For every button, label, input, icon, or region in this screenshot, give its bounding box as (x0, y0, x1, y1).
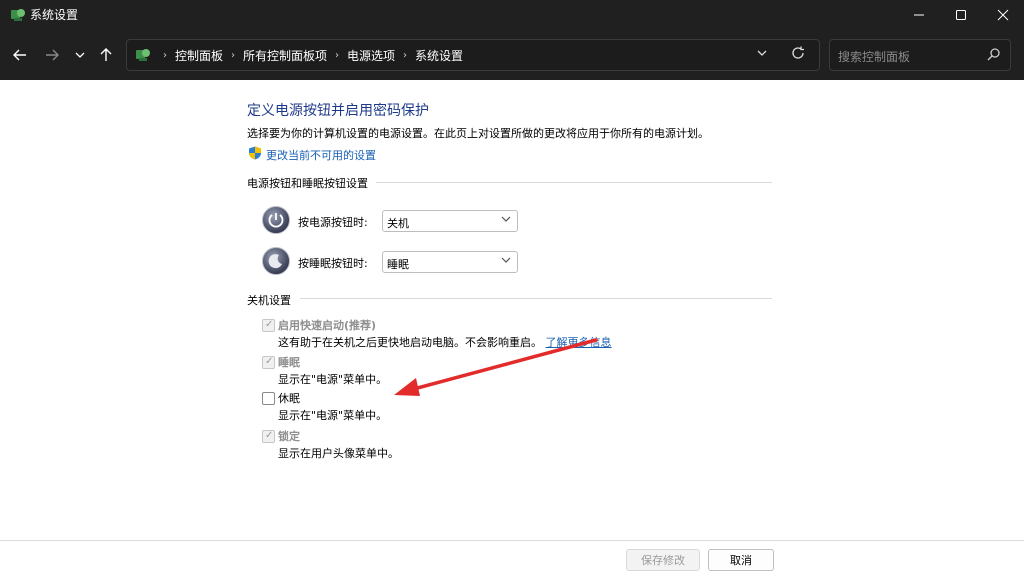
lock-desc: 显示在用户头像菜单中。 (278, 447, 399, 460)
chevron-right-icon: › (163, 49, 167, 61)
hibernate-checkbox[interactable] (262, 392, 275, 405)
close-button[interactable] (980, 0, 1024, 30)
fast-startup-checkbox[interactable]: ✓ (262, 319, 275, 332)
power-button-icon (262, 206, 290, 234)
hibernate-desc: 显示在"电源"菜单中。 (278, 409, 388, 422)
page-title: 定义电源按钮并启用密码保护 (247, 103, 429, 119)
refresh-button[interactable] (791, 46, 805, 64)
power-button-value: 关机 (387, 217, 409, 230)
power-button-label: 按电源按钮时: (298, 216, 368, 229)
close-icon (997, 9, 1009, 21)
minimize-icon (914, 14, 924, 16)
arrow-right-icon (46, 49, 59, 61)
forward-button[interactable] (40, 43, 64, 67)
arrow-up-icon (100, 48, 112, 61)
back-button[interactable] (8, 43, 32, 67)
window-title: 系统设置 (30, 8, 79, 22)
sleep-button-label: 按睡眠按钮时: (298, 257, 368, 270)
navigation-bar: › 控制面板 › 所有控制面板项 › 电源选项 › 系统设置 搜索控制面板 (0, 30, 1024, 80)
maximize-icon (956, 10, 966, 20)
uac-shield-icon (249, 146, 261, 160)
search-placeholder: 搜索控制面板 (838, 50, 911, 64)
sleep-label: 睡眠 (278, 356, 300, 369)
cancel-button[interactable]: 取消 (708, 549, 774, 571)
refresh-icon (792, 46, 804, 59)
recent-locations-button[interactable] (68, 43, 92, 67)
checkmark-icon: ✓ (265, 319, 274, 330)
footer-bar: 保存修改 取消 (0, 540, 1024, 581)
breadcrumb-item[interactable]: 系统设置 (415, 47, 463, 64)
change-settings-link[interactable]: 更改当前不可用的设置 (266, 147, 376, 163)
minimize-button[interactable] (896, 0, 942, 30)
page-description: 选择要为你的计算机设置的电源设置。在此页上对设置所做的更改将应用于你所有的电源计… (247, 127, 709, 140)
maximize-button[interactable] (938, 0, 984, 30)
chevron-right-icon[interactable]: › (231, 50, 235, 61)
sleep-button-select[interactable]: 睡眠 (382, 251, 518, 273)
title-bar: 系统设置 (0, 0, 1024, 30)
arrow-left-icon (13, 49, 26, 61)
power-button-select[interactable]: 关机 (382, 210, 518, 232)
control-panel-icon (11, 9, 25, 21)
chevron-down-icon (501, 214, 511, 227)
address-dropdown-button[interactable] (757, 48, 767, 61)
sleep-checkbox[interactable]: ✓ (262, 356, 275, 369)
breadcrumb-item[interactable]: 所有控制面板项 (243, 47, 327, 64)
fast-startup-label: 启用快速启动(推荐) (278, 319, 377, 332)
power-section-heading: 电源按钮和睡眠按钮设置 (247, 177, 368, 190)
search-input[interactable]: 搜索控制面板 (829, 39, 1011, 71)
sleep-button-value: 睡眠 (387, 258, 409, 271)
chevron-down-icon (75, 52, 85, 58)
breadcrumb-item[interactable]: 控制面板 (175, 47, 223, 64)
up-button[interactable] (94, 43, 118, 67)
sleep-desc: 显示在"电源"菜单中。 (278, 373, 388, 386)
shutdown-section-heading: 关机设置 (247, 294, 291, 307)
breadcrumb: › 控制面板 › 所有控制面板项 › 电源选项 › 系统设置 (155, 40, 463, 70)
chevron-down-icon (757, 50, 767, 56)
chevron-right-icon[interactable]: › (335, 50, 339, 61)
content-area: 定义电源按钮并启用密码保护 选择要为你的计算机设置的电源设置。在此页上对设置所做… (0, 80, 1024, 540)
lock-label: 锁定 (278, 430, 300, 443)
control-panel-icon (136, 49, 150, 61)
lock-checkbox[interactable]: ✓ (262, 430, 275, 443)
section-divider (300, 298, 772, 299)
search-icon[interactable] (986, 47, 1002, 63)
checkmark-icon: ✓ (265, 356, 274, 367)
chevron-right-icon[interactable]: › (403, 50, 407, 61)
section-divider (376, 182, 772, 183)
breadcrumb-item[interactable]: 电源选项 (347, 47, 395, 64)
save-changes-button[interactable]: 保存修改 (626, 549, 700, 571)
sleep-button-icon (262, 247, 290, 275)
hibernate-label: 休眠 (278, 392, 300, 405)
chevron-down-icon (501, 255, 511, 268)
annotation-arrow (394, 338, 598, 396)
checkmark-icon: ✓ (265, 430, 274, 441)
address-bar[interactable]: › 控制面板 › 所有控制面板项 › 电源选项 › 系统设置 (126, 39, 820, 71)
